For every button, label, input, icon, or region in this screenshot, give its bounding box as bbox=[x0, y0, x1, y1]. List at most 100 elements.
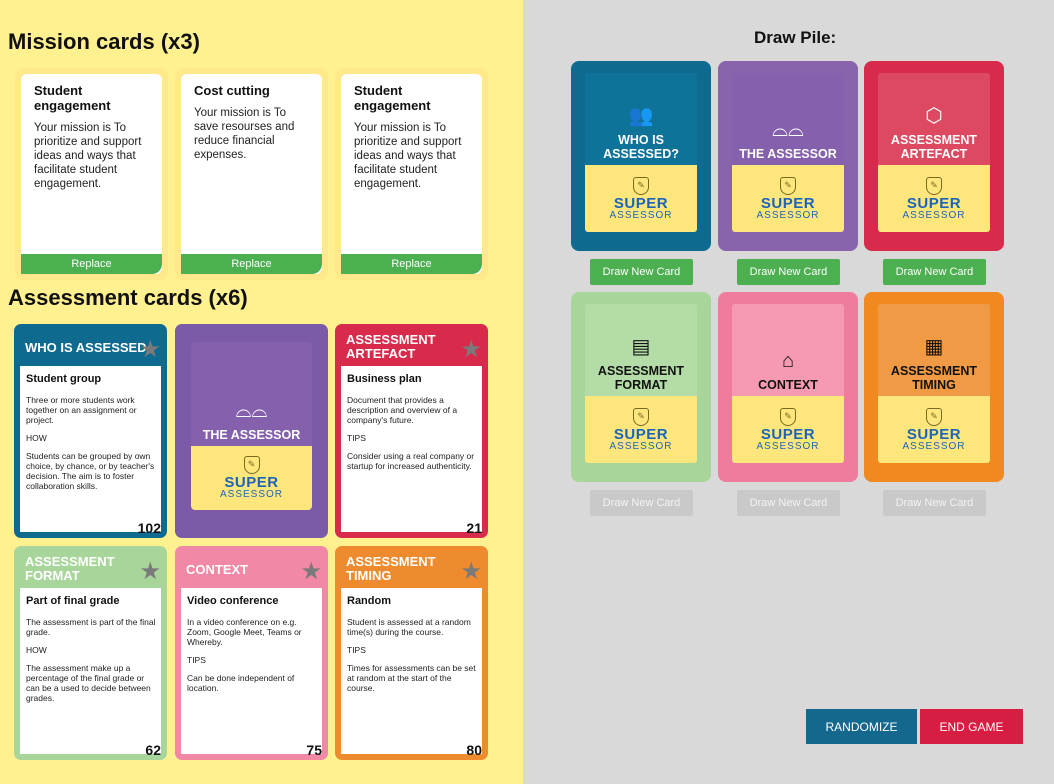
card-art-top: ⌓⌓ THE ASSESSOR bbox=[732, 73, 844, 165]
logo-super-text: SUPER bbox=[906, 425, 962, 443]
card-title: Business plan bbox=[347, 373, 422, 385]
card-number: 80 bbox=[466, 742, 482, 758]
card-description: Document that provides a description and… bbox=[347, 395, 458, 425]
assessment-card[interactable]: WHO IS ASSESSED ★ Student group Three or… bbox=[14, 324, 167, 538]
card-detail: Can be done independent of location. bbox=[187, 673, 295, 693]
draw-pile-card[interactable]: ⬡ ASSESSMENT ARTEFACT ✎ SUPER ASSESSOR bbox=[864, 61, 1004, 251]
star-icon[interactable]: ★ bbox=[300, 560, 322, 584]
mission-card: Cost cutting Your mission is To save res… bbox=[175, 68, 328, 280]
assessment-card[interactable]: ASSESSMENT TIMING ★ Random Student is as… bbox=[335, 546, 488, 760]
card-art-title: ASSESSMENT TIMING bbox=[890, 364, 978, 393]
card-description: Three or more students work together on … bbox=[26, 395, 137, 425]
replace-button[interactable]: Replace bbox=[21, 254, 162, 274]
card-art-title: ASSESSMENT ARTEFACT bbox=[890, 133, 978, 162]
card-art-top: ⌂ CONTEXT bbox=[732, 304, 844, 396]
draw-new-card-button[interactable]: Draw New Card bbox=[737, 259, 840, 285]
logo-super-text: SUPER bbox=[906, 194, 962, 212]
card-section-label: TIPS bbox=[347, 433, 366, 443]
card-body: Business plan Document that provides a d… bbox=[341, 366, 482, 532]
card-description: Student is assessed at a random time(s) … bbox=[347, 617, 471, 637]
shield-icon: ✎ bbox=[780, 407, 796, 426]
card-art: ⌂ CONTEXT ✎ SUPER ASSESSOR bbox=[732, 304, 844, 463]
card-art-top: ⬡ ASSESSMENT ARTEFACT bbox=[878, 73, 990, 165]
glasses-icon: ⌓⌓ bbox=[235, 400, 268, 423]
card-number: 21 bbox=[466, 520, 482, 536]
card-art-top: ▦ ASSESSMENT TIMING bbox=[878, 304, 990, 396]
card-title: Part of final grade bbox=[26, 595, 120, 607]
assessment-card[interactable]: ASSESSMENT FORMAT ★ Part of final grade … bbox=[14, 546, 167, 760]
logo-assessor-text: ASSESSOR bbox=[902, 209, 966, 221]
draw-pile-card[interactable]: ⌂ CONTEXT ✎ SUPER ASSESSOR bbox=[718, 292, 858, 482]
card-art-title: WHO IS ASSESSED? bbox=[603, 133, 679, 162]
card-title: Student group bbox=[26, 373, 102, 385]
card-body: Part of final grade The assessment is pa… bbox=[20, 588, 161, 754]
super-assessor-logo: ✎ SUPER ASSESSOR bbox=[732, 165, 844, 232]
assessment-card[interactable]: ★ ⌓⌓ THE ASSESSOR ✎ SUPER ASSESSOR bbox=[175, 324, 328, 538]
card-number: 62 bbox=[145, 742, 161, 758]
mission-card-face: Cost cutting Your mission is To save res… bbox=[181, 74, 322, 274]
document-icon: ▤ bbox=[631, 336, 651, 359]
card-number: 102 bbox=[137, 520, 161, 536]
card-art-title: CONTEXT bbox=[758, 378, 818, 393]
player-area: Mission cards (x3) Student engagement Yo… bbox=[0, 0, 523, 784]
super-assessor-logo: ✎ SUPER ASSESSOR bbox=[878, 396, 990, 463]
card-description: The assessment is part of the final grad… bbox=[26, 617, 156, 637]
super-assessor-logo: ✎ SUPER ASSESSOR bbox=[585, 165, 697, 232]
card-back-art: ⌓⌓ THE ASSESSOR ✎ SUPER ASSESSOR bbox=[191, 342, 312, 510]
shield-icon: ✎ bbox=[926, 407, 942, 426]
card-art-title: ASSESSMENT FORMAT bbox=[597, 364, 685, 393]
replace-button[interactable]: Replace bbox=[181, 254, 322, 274]
end-game-button[interactable]: END GAME bbox=[920, 709, 1023, 744]
glasses-icon: ⌓⌓ bbox=[772, 119, 804, 142]
card-title: Video conference bbox=[187, 595, 279, 607]
mission-card-title: Cost cutting bbox=[194, 83, 270, 98]
mission-cards-title: Mission cards (x3) bbox=[8, 29, 200, 54]
draw-pile-card[interactable]: 👥 WHO IS ASSESSED? ✎ SUPER ASSESSOR bbox=[571, 61, 711, 251]
card-title: Random bbox=[347, 595, 391, 607]
draw-pile-card[interactable]: ▤ ASSESSMENT FORMAT ✎ SUPER ASSESSOR bbox=[571, 292, 711, 482]
card-art: ▤ ASSESSMENT FORMAT ✎ SUPER ASSESSOR bbox=[585, 304, 697, 463]
mission-card-text: Your mission is To save resourses and re… bbox=[194, 107, 295, 161]
randomize-button[interactable]: RANDOMIZE bbox=[806, 709, 917, 744]
card-art-title: THE ASSESSOR bbox=[739, 147, 837, 162]
card-art-top: 👥 WHO IS ASSESSED? bbox=[585, 73, 697, 165]
card-body: Random Student is assessed at a random t… bbox=[341, 588, 482, 754]
draw-new-card-button[interactable]: Draw New Card bbox=[883, 259, 986, 285]
draw-new-card-button[interactable]: Draw New Card bbox=[737, 490, 840, 516]
card-art: ⌓⌓ THE ASSESSOR ✎ SUPER ASSESSOR bbox=[732, 73, 844, 232]
draw-new-card-button[interactable]: Draw New Card bbox=[590, 259, 693, 285]
logo-assessor-text: ASSESSOR bbox=[902, 440, 966, 452]
logo-assessor-text: ASSESSOR bbox=[609, 209, 673, 221]
card-description: In a video conference on e.g. Zoom, Goog… bbox=[187, 617, 302, 647]
shield-icon: ✎ bbox=[243, 456, 260, 475]
star-icon[interactable]: ★ bbox=[460, 338, 482, 362]
logo-super-text: SUPER bbox=[613, 425, 669, 443]
logo-assessor-text: ASSESSOR bbox=[219, 489, 284, 501]
star-icon[interactable]: ★ bbox=[139, 560, 161, 584]
card-section-label: TIPS bbox=[187, 655, 206, 665]
game-board: Mission cards (x3) Student engagement Yo… bbox=[0, 0, 1054, 784]
draw-pile-card[interactable]: ▦ ASSESSMENT TIMING ✎ SUPER ASSESSOR bbox=[864, 292, 1004, 482]
card-body: Video conference In a video conference o… bbox=[181, 588, 322, 754]
people-icon: 👥 bbox=[628, 105, 654, 128]
super-assessor-logo: ✎ SUPER ASSESSOR bbox=[878, 165, 990, 232]
super-assessor-logo: ✎ SUPER ASSESSOR bbox=[732, 396, 844, 463]
star-icon[interactable]: ★ bbox=[139, 338, 161, 362]
mission-card: Student engagement Your mission is To pr… bbox=[15, 68, 168, 280]
assessment-card[interactable]: ASSESSMENT ARTEFACT ★ Business plan Docu… bbox=[335, 324, 488, 538]
logo-super-text: SUPER bbox=[760, 425, 816, 443]
card-art: ▦ ASSESSMENT TIMING ✎ SUPER ASSESSOR bbox=[878, 304, 990, 463]
star-icon[interactable]: ★ bbox=[460, 560, 482, 584]
draw-new-card-button[interactable]: Draw New Card bbox=[883, 490, 986, 516]
draw-pile-card[interactable]: ⌓⌓ THE ASSESSOR ✎ SUPER ASSESSOR bbox=[718, 61, 858, 251]
card-section-label: TIPS bbox=[347, 645, 366, 655]
card-art-title: THE ASSESSOR bbox=[202, 428, 301, 443]
mission-card-face: Student engagement Your mission is To pr… bbox=[341, 74, 482, 274]
replace-button[interactable]: Replace bbox=[341, 254, 482, 274]
super-assessor-logo: ✎ SUPER ASSESSOR bbox=[585, 396, 697, 463]
box-icon: ⬡ bbox=[925, 105, 943, 128]
draw-new-card-button[interactable]: Draw New Card bbox=[590, 490, 693, 516]
shield-icon: ✎ bbox=[633, 407, 649, 426]
card-body: Student group Three or more students wor… bbox=[20, 366, 161, 532]
assessment-card[interactable]: CONTEXT ★ Video conference In a video co… bbox=[175, 546, 328, 760]
